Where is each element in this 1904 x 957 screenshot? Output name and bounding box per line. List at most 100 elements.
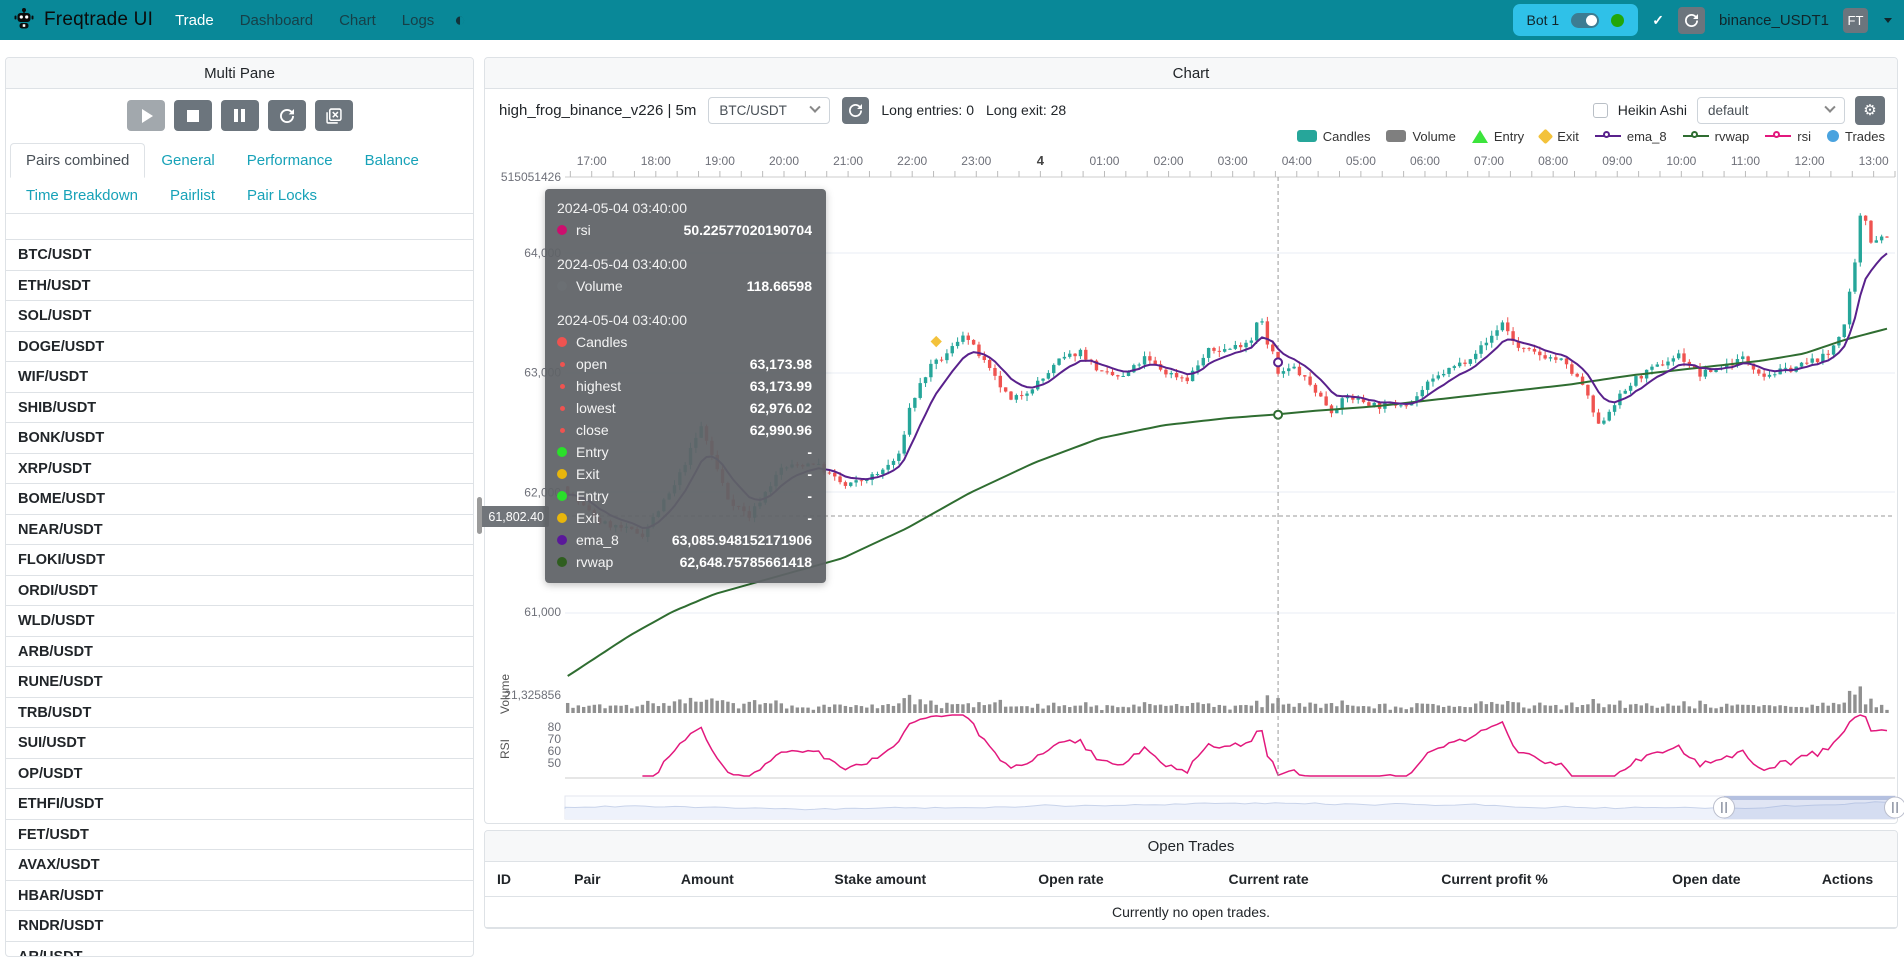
column-header-open-rate: Open rate [979,871,1163,887]
legend-item-trades[interactable]: Trades [1827,129,1885,144]
svg-text:61,000: 61,000 [524,605,561,619]
legend-item-entry[interactable]: Entry [1472,129,1524,144]
tab-pair-locks[interactable]: Pair Locks [231,178,333,213]
tab-pairlist[interactable]: Pairlist [154,178,231,213]
clear-chart-icon [326,108,342,124]
caret-down-icon[interactable] [1884,18,1892,23]
pair-list-item[interactable]: AR/USDT [6,941,473,957]
tooltip-series-value: 63,085.948152171906 [672,529,812,551]
pair-list-item[interactable]: OP/USDT [6,758,473,789]
chevron-down-icon [1824,102,1835,113]
nav-link-dashboard[interactable]: Dashboard [240,12,313,29]
tooltip-row: Volume118.66598 [557,275,812,297]
legend-item-rvwap[interactable]: rvwap [1683,129,1750,144]
nav-link-trade[interactable]: Trade [175,12,214,29]
column-header-pair: Pair [541,871,633,887]
pair-list-item[interactable]: FET/USDT [6,819,473,850]
theme-toggle-icon[interactable]: ◐ [454,11,465,30]
tooltip-series-value: - [807,485,812,507]
tooltip-row: ema_863,085.948152171906 [557,529,812,551]
pair-list-item[interactable]: ETH/USDT [6,270,473,301]
stop-icon [187,110,199,122]
pair-list-item[interactable]: SHIB/USDT [6,392,473,423]
series-dot-icon [557,557,567,567]
pair-list-item[interactable]: WIF/USDT [6,361,473,392]
navbar-right: Bot 1 ✓ binance_USDT1 FT [1513,4,1893,36]
stop-button[interactable] [174,100,212,131]
play-button[interactable] [127,100,165,131]
pair-list-item[interactable]: BONK/USDT [6,422,473,453]
refresh-chart-button[interactable] [842,97,869,124]
plot-config-select[interactable]: default [1697,97,1845,124]
datazoom-handle[interactable] [1885,797,1904,818]
tab-performance[interactable]: Performance [231,143,349,178]
bot-toggle[interactable] [1571,13,1599,28]
pair-select[interactable]: BTC/USDT [708,97,830,124]
tooltip-series-value: 62,976.02 [750,397,812,419]
pair-list-item[interactable]: TRB/USDT [6,697,473,728]
user-avatar[interactable]: FT [1843,8,1868,33]
tab-time-breakdown[interactable]: Time Breakdown [10,178,154,213]
pair-list-item[interactable]: ARB/USDT [6,636,473,667]
plot-settings-button[interactable]: ⚙ [1855,96,1885,125]
pair-list-item[interactable]: ETHFI/USDT [6,788,473,819]
pair-list-item[interactable]: SOL/USDT [6,300,473,331]
datazoom-handle[interactable] [1714,797,1735,818]
pair-list-item[interactable]: DOGE/USDT [6,331,473,362]
heikin-ashi-label: Heikin Ashi [1618,102,1687,118]
legend-label: Candles [1323,129,1371,144]
pair-list-item[interactable]: RNDR/USDT [6,910,473,941]
pair-list-item[interactable]: NEAR/USDT [6,514,473,545]
bot-label: Bot 1 [1527,12,1560,28]
pair-list-item[interactable]: RUNE/USDT [6,666,473,697]
pair-list-item[interactable]: FLOKI/USDT [6,544,473,575]
pause-button[interactable] [221,100,259,131]
tooltip-series-value: - [807,463,812,485]
tab-balance[interactable]: Balance [349,143,435,178]
bot-selector[interactable]: Bot 1 [1513,4,1639,36]
chart-panel: Chart high_frog_binance_v226 | 5m BTC/US… [484,57,1898,824]
nav-link-chart[interactable]: Chart [339,12,376,29]
pair-list-item[interactable]: AVAX/USDT [6,849,473,880]
svg-text:08:00: 08:00 [1538,154,1568,168]
pair-list-item[interactable]: XRP/USDT [6,453,473,484]
svg-text:03:00: 03:00 [1218,154,1248,168]
legend-label: Volume [1412,129,1455,144]
tab-general[interactable]: General [145,143,230,178]
column-header-open-date: Open date [1615,871,1799,887]
heikin-ashi-checkbox[interactable] [1593,103,1608,118]
tooltip-series-value: 50.22577020190704 [684,219,812,241]
tab-pairs-combined[interactable]: Pairs combined [10,143,145,178]
brand[interactable]: Freqtrade UI [12,6,153,35]
bot-online-dot [1611,14,1624,27]
pair-list-item[interactable]: BTC/USDT [6,239,473,270]
pair-list-item[interactable]: BOME/USDT [6,483,473,514]
reload-bot-button[interactable] [1678,7,1705,34]
svg-text:22:00: 22:00 [897,154,927,168]
pair-list-item[interactable]: ORDI/USDT [6,575,473,606]
pair-list-item[interactable]: WLD/USDT [6,605,473,636]
legend-item-ema_8[interactable]: ema_8 [1595,129,1667,144]
legend-item-candles[interactable]: Candles [1297,129,1371,144]
clear-chart-button[interactable] [315,100,353,131]
pair-list-item[interactable]: SUI/USDT [6,727,473,758]
svg-text:02:00: 02:00 [1154,154,1184,168]
tooltip-row: close62,990.96 [557,419,812,441]
nav-links: Trade Dashboard Chart Logs [175,12,434,29]
legend-item-exit[interactable]: Exit [1540,129,1579,144]
legend-item-volume[interactable]: Volume [1386,129,1455,144]
svg-text:13:00: 13:00 [1859,154,1889,168]
gear-icon: ⚙ [1863,103,1876,118]
series-dot-icon [560,428,565,433]
long-entries-label: Long entries: 0 [881,102,974,118]
nav-link-logs[interactable]: Logs [402,12,435,29]
legend-item-rsi[interactable]: rsi [1765,129,1811,144]
pane-resize-handle[interactable] [477,497,482,534]
tooltip-series-label: open [576,353,607,375]
candles-swatch-icon [1297,130,1317,142]
reload-button[interactable] [268,100,306,131]
series-dot-icon [560,384,565,389]
svg-text:50: 50 [548,756,562,770]
bot-controls [6,89,473,139]
pair-list-item[interactable]: HBAR/USDT [6,880,473,911]
